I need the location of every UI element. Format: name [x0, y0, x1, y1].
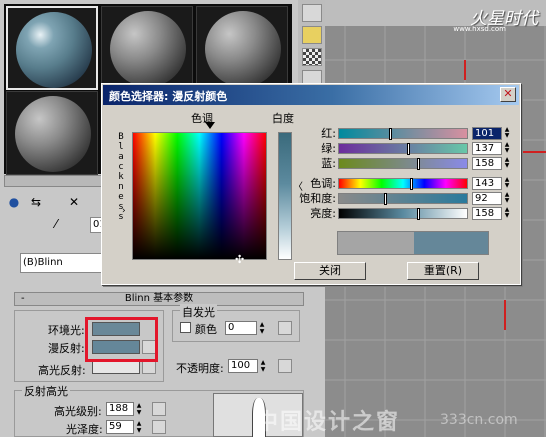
slider-track[interactable] — [338, 208, 468, 220]
close-icon[interactable]: ✕ — [500, 87, 516, 102]
slider-value-field[interactable]: 137 — [472, 142, 502, 155]
slider-label: 亮度: — [310, 207, 336, 220]
color-selector-dialog: 颜色选择器: 漫反射颜色 ✕ 色调 白度 Blackness › ✣ 〈 红: 1… — [101, 83, 521, 285]
self-illum-map-button[interactable] — [278, 321, 292, 335]
diffuse-label: 漫反射: — [48, 342, 85, 355]
slider-track[interactable] — [338, 158, 468, 170]
opacity-spinner[interactable]: ▲ ▼ — [259, 359, 267, 373]
background-icon[interactable] — [302, 48, 322, 66]
slider-value-field[interactable]: 158 — [472, 157, 502, 170]
spinner-icon[interactable]: ▲ ▼ — [503, 207, 511, 220]
slider-label: 蓝: — [321, 157, 336, 170]
slider-thumb[interactable] — [417, 208, 421, 220]
highlight-box — [85, 317, 158, 362]
self-illum-spinner[interactable]: ▲ ▼ — [258, 321, 266, 335]
slider-track[interactable] — [338, 193, 468, 205]
dialog-title: 颜色选择器: 漫反射颜色 — [109, 90, 228, 103]
put-to-scene-icon[interactable]: ⇆ — [28, 194, 44, 210]
self-illum-field[interactable]: 0 — [225, 321, 257, 335]
specular-map-button[interactable] — [142, 360, 156, 374]
color-preview — [337, 231, 489, 255]
glossiness-label: 光泽度: — [66, 423, 103, 436]
specular-swatch[interactable] — [92, 360, 140, 374]
spinner-icon[interactable]: ▲ ▼ — [503, 177, 511, 190]
shader-type-dropdown[interactable]: (B)Blinn — [20, 253, 110, 273]
whiteness-label: 白度 — [272, 112, 294, 125]
slider-thumb[interactable] — [409, 178, 413, 190]
spec-highlights-label: 反射高光 — [22, 383, 70, 399]
slider-label: 绿: — [321, 142, 336, 155]
slider-label: 色调: — [310, 177, 336, 190]
original-color-swatch — [338, 232, 414, 254]
sample-slot-1[interactable] — [6, 6, 98, 90]
spinner-icon[interactable]: ▲ ▼ — [503, 142, 511, 155]
opacity-label: 不透明度: — [176, 362, 224, 375]
eyedropper-icon[interactable]: ⁄ — [48, 216, 64, 232]
slider-value-field[interactable]: 143 — [472, 177, 502, 190]
glossiness-field[interactable]: 59 — [106, 420, 134, 434]
slider-track[interactable] — [338, 178, 468, 190]
spec-level-spinner[interactable]: ▲ ▼ — [135, 402, 143, 416]
color-label: 颜色 — [195, 323, 217, 336]
specular-label: 高光反射: — [38, 364, 86, 377]
glossiness-map-button[interactable] — [152, 420, 166, 434]
rollout-title: Blinn 基本参数 — [124, 293, 194, 304]
get-material-icon[interactable]: ● — [6, 194, 22, 210]
sample-slot-4[interactable] — [6, 91, 98, 175]
reset-map-icon[interactable]: ✕ — [66, 194, 82, 210]
sample-slot-3[interactable] — [196, 6, 288, 90]
slider-value-field[interactable]: 92 — [472, 192, 502, 205]
material-sphere — [205, 11, 281, 87]
blackness-pointer-icon[interactable]: › — [122, 206, 126, 216]
slider-value-field[interactable]: 158 — [472, 207, 502, 220]
spinner-icon[interactable]: ▲ ▼ — [503, 157, 511, 170]
spec-level-field[interactable]: 188 — [106, 402, 134, 416]
opacity-field[interactable]: 100 — [228, 359, 258, 373]
opacity-map-button[interactable] — [278, 359, 292, 373]
material-sphere — [16, 12, 92, 88]
basic-params-rollout[interactable]: - Blinn 基本参数 — [14, 292, 304, 306]
watermark-text: 中国设计之窗 — [256, 410, 401, 435]
reset-button[interactable]: 重置(R) — [407, 262, 479, 280]
slider-thumb[interactable] — [384, 193, 388, 205]
sample-slot-2[interactable] — [101, 6, 193, 90]
slider-thumb[interactable] — [407, 143, 411, 155]
hue-pointer-icon[interactable] — [205, 122, 215, 129]
sample-type-icon[interactable] — [302, 4, 322, 22]
slider-label: 红: — [321, 127, 336, 140]
backlight-icon[interactable] — [302, 26, 322, 44]
spec-level-map-button[interactable] — [152, 402, 166, 416]
ambient-label: 环境光: — [48, 324, 85, 337]
spec-level-label: 高光级别: — [54, 405, 102, 418]
editor-toolbar: ● ⇆ ✕ ⁄ — [4, 192, 104, 234]
self-illum-label: 自发光 — [180, 304, 217, 320]
spinner-icon[interactable]: ▲ ▼ — [503, 192, 511, 205]
slider-thumb[interactable] — [389, 128, 393, 140]
collapse-icon: - — [21, 293, 25, 304]
glossiness-spinner[interactable]: ▲ ▼ — [135, 420, 143, 434]
close-button[interactable]: 关闭 — [294, 262, 366, 280]
new-color-swatch — [414, 232, 488, 254]
slider-track[interactable] — [338, 128, 468, 140]
watermark-url: 333cn.com — [440, 412, 518, 428]
hue-blackness-field[interactable]: ✣ — [132, 132, 267, 266]
slider-value-field[interactable]: 101 — [472, 127, 502, 140]
spinner-icon[interactable]: ▲ ▼ — [503, 127, 511, 140]
slider-track[interactable] — [338, 143, 468, 155]
material-sphere — [15, 96, 91, 172]
dialog-titlebar[interactable]: 颜色选择器: 漫反射颜色 ✕ — [103, 85, 519, 105]
material-sphere — [110, 11, 186, 87]
site-url: www.hxsd.com — [453, 25, 506, 33]
slider-thumb[interactable] — [417, 158, 421, 170]
slider-label: 饱和度: — [299, 192, 336, 205]
crosshair-icon: ✣ — [235, 253, 245, 266]
color-checkbox[interactable] — [180, 322, 191, 333]
